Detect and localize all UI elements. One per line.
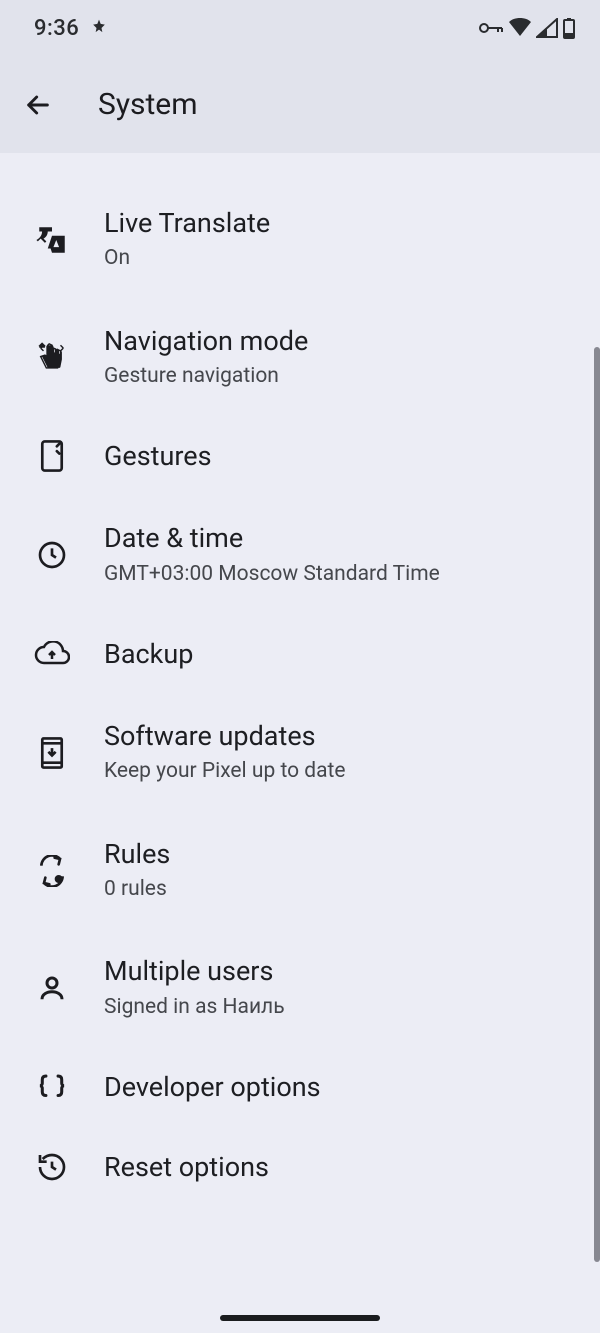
- battery-icon: [562, 17, 576, 39]
- setting-subtitle: GMT+03:00 Moscow Standard Time: [104, 561, 576, 588]
- cloud-backup-icon: [0, 641, 104, 667]
- setting-title: Software updates: [104, 720, 576, 752]
- setting-subtitle: Gesture navigation: [104, 363, 576, 390]
- status-right: [478, 17, 576, 39]
- setting-title: Rules: [104, 838, 576, 870]
- swipe-icon: [0, 341, 104, 375]
- setting-title: Gestures: [104, 440, 576, 472]
- setting-title: Live Translate: [104, 207, 576, 239]
- settings-list: Live Translate On Navigation mode Gestur…: [0, 153, 600, 1207]
- navigation-handle[interactable]: [220, 1315, 380, 1321]
- page-title: System: [98, 87, 198, 122]
- setting-title: Multiple users: [104, 955, 576, 987]
- setting-title: Date & time: [104, 522, 576, 554]
- rules-icon: [0, 855, 104, 887]
- setting-navigation-mode[interactable]: Navigation mode Gesture navigation: [0, 299, 600, 417]
- setting-rules[interactable]: Rules 0 rules: [0, 812, 600, 930]
- gesture-icon: [0, 439, 104, 473]
- system-update-icon: [0, 736, 104, 770]
- setting-subtitle: 0 rules: [104, 876, 576, 903]
- status-bar: 9:36: [0, 0, 600, 56]
- setting-subtitle: On: [104, 245, 576, 272]
- person-icon: [0, 973, 104, 1003]
- setting-title: Backup: [104, 638, 576, 670]
- setting-subtitle: Signed in as Наиль: [104, 994, 576, 1021]
- setting-title: Developer options: [104, 1071, 576, 1103]
- clock-icon: [0, 539, 104, 571]
- setting-date-time[interactable]: Date & time GMT+03:00 Moscow Standard Ti…: [0, 496, 600, 614]
- setting-title: Navigation mode: [104, 325, 576, 357]
- setting-title: Reset options: [104, 1151, 576, 1183]
- setting-backup[interactable]: Backup: [0, 614, 600, 694]
- code-braces-icon: [0, 1072, 104, 1102]
- scroll-indicator[interactable]: [594, 347, 600, 1262]
- setting-subtitle: Keep your Pixel up to date: [104, 758, 576, 785]
- header: System: [0, 56, 600, 153]
- cell-signal-icon: [536, 18, 558, 38]
- back-button[interactable]: [22, 89, 54, 121]
- setting-developer-options[interactable]: Developer options: [0, 1047, 600, 1127]
- vpn-key-icon: [478, 20, 504, 36]
- setting-live-translate[interactable]: Live Translate On: [0, 181, 600, 299]
- app-indicator-icon: [89, 18, 109, 38]
- status-time: 9:36: [34, 16, 79, 41]
- translate-icon: [0, 223, 104, 257]
- wifi-icon: [508, 18, 532, 38]
- setting-reset-options[interactable]: Reset options: [0, 1127, 600, 1207]
- setting-multiple-users[interactable]: Multiple users Signed in as Наиль: [0, 929, 600, 1047]
- status-left: 9:36: [34, 16, 109, 41]
- setting-software-updates[interactable]: Software updates Keep your Pixel up to d…: [0, 694, 600, 812]
- setting-gestures[interactable]: Gestures: [0, 416, 600, 496]
- restore-icon: [0, 1151, 104, 1183]
